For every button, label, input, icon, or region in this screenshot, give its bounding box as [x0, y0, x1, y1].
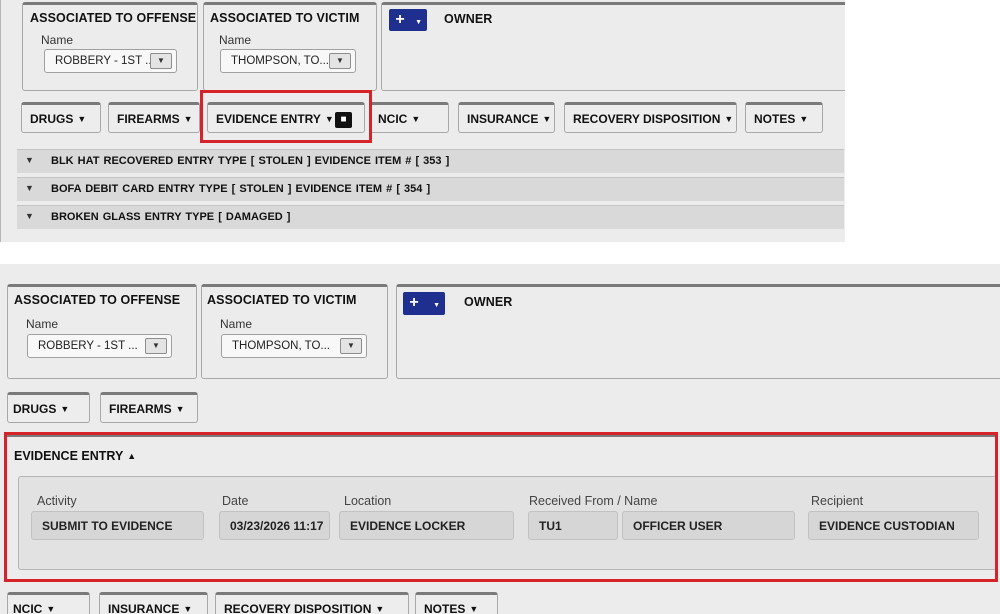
offense-name-value: ROBBERY - 1ST ... — [38, 340, 138, 352]
plus-icon: + — [395, 11, 405, 28]
victim-name-select[interactable]: THOMPSON, TO... ▼ — [220, 49, 356, 73]
tab-drugs[interactable]: DRUGS ▼ — [7, 392, 90, 423]
chevron-down-icon: ▼ — [183, 114, 193, 124]
tab-drugs-label: DRUGS — [30, 112, 74, 126]
chevron-down-icon: ▼ — [724, 114, 734, 124]
top-panel: ASSOCIATED TO OFFENSE Name ROBBERY - 1ST… — [0, 0, 845, 242]
tab-ncic[interactable]: NCIC ▼ — [369, 102, 449, 133]
owner-title: OWNER — [464, 295, 513, 309]
tab-notes-label: NOTES — [424, 602, 466, 614]
offense-name-label: Name — [41, 33, 74, 47]
victim-name-value: THOMPSON, TO... — [231, 55, 329, 67]
chevron-down-icon: ▼ — [183, 604, 193, 614]
offense-name-label: Name — [26, 317, 59, 331]
tab-insurance-label: INSURANCE — [467, 112, 539, 126]
tab-firearms[interactable]: FIREARMS ▼ — [100, 392, 198, 423]
caret-down-icon: ▼ — [433, 302, 440, 309]
evidence-entry-tab-highlight — [200, 90, 372, 143]
plus-icon: + — [409, 294, 419, 311]
evidence-entry-section-highlight — [4, 432, 998, 582]
owner-box: + ▼ OWNER — [381, 2, 845, 91]
offense-name-select[interactable]: ROBBERY - 1ST ... ▼ — [44, 49, 177, 73]
chevron-down-icon: ▼ — [375, 604, 385, 614]
chevron-down-icon: ▼ — [799, 114, 809, 124]
owner-box: + ▼ OWNER — [396, 284, 1000, 379]
caret-down-icon: ▼ — [415, 19, 422, 26]
chevron-down-icon: ▼ — [542, 114, 552, 124]
offense-name-select[interactable]: ROBBERY - 1ST ... ▼ — [27, 334, 172, 358]
victim-name-label: Name — [220, 317, 253, 331]
tab-insurance[interactable]: INSURANCE ▼ — [458, 102, 555, 133]
tab-ncic-label: NCIC — [13, 602, 43, 614]
tab-insurance-label: INSURANCE — [108, 602, 180, 614]
chevron-down-icon: ▼ — [469, 604, 479, 614]
associated-victim-box: ASSOCIATED TO VICTIM Name THOMPSON, TO..… — [203, 2, 377, 91]
add-owner-button[interactable]: + ▼ — [389, 9, 427, 31]
tab-notes[interactable]: NOTES ▼ — [415, 592, 498, 614]
chevron-down-icon[interactable]: ▼ — [340, 338, 362, 354]
tab-ncic-label: NCIC — [378, 112, 408, 126]
chevron-down-icon[interactable]: ▼ — [145, 338, 167, 354]
tab-recovery-disposition[interactable]: RECOVERY DISPOSITION ▼ — [215, 592, 409, 614]
evidence-item-summary: BOFA DEBIT CARD ENTRY TYPE [ STOLEN ] EV… — [51, 183, 431, 195]
associated-victim-title: ASSOCIATED TO VICTIM — [207, 293, 357, 307]
evidence-item-summary: BROKEN GLASS ENTRY TYPE [ DAMAGED ] — [51, 211, 291, 223]
associated-offense-title: ASSOCIATED TO OFFENSE — [30, 11, 197, 25]
list-item[interactable]: ▼ BLK HAT RECOVERED ENTRY TYPE [ STOLEN … — [17, 149, 844, 173]
associated-victim-box: ASSOCIATED TO VICTIM Name THOMPSON, TO..… — [201, 284, 388, 379]
chevron-down-icon[interactable]: ▼ — [329, 53, 351, 69]
chevron-down-icon: ▼ — [77, 114, 87, 124]
victim-name-select[interactable]: THOMPSON, TO... ▼ — [221, 334, 367, 358]
associated-offense-title: ASSOCIATED TO OFFENSE — [14, 293, 181, 307]
tab-firearms-label: FIREARMS — [117, 112, 180, 126]
victim-name-value: THOMPSON, TO... — [232, 340, 330, 352]
evidence-item-summary: BLK HAT RECOVERED ENTRY TYPE [ STOLEN ] … — [51, 155, 450, 167]
list-item[interactable]: ▼ BOFA DEBIT CARD ENTRY TYPE [ STOLEN ] … — [17, 177, 844, 201]
tab-firearms-label: FIREARMS — [109, 402, 172, 416]
tab-drugs-label: DRUGS — [13, 402, 57, 416]
associated-offense-box: ASSOCIATED TO OFFENSE Name ROBBERY - 1ST… — [22, 2, 198, 91]
chevron-down-icon: ▼ — [175, 404, 185, 414]
owner-title: OWNER — [444, 12, 493, 26]
tab-recovery-disposition[interactable]: RECOVERY DISPOSITION ▼ — [564, 102, 737, 133]
victim-name-label: Name — [219, 33, 252, 47]
chevron-down-icon: ▼ — [60, 404, 70, 414]
tab-notes[interactable]: NOTES ▼ — [745, 102, 823, 133]
tab-recovery-disposition-label: RECOVERY DISPOSITION — [224, 602, 372, 614]
tab-recovery-disposition-label: RECOVERY DISPOSITION — [573, 112, 721, 126]
associated-offense-box: ASSOCIATED TO OFFENSE Name ROBBERY - 1ST… — [7, 284, 197, 379]
offense-name-value: ROBBERY - 1ST ... — [55, 55, 155, 67]
tab-firearms[interactable]: FIREARMS ▼ — [108, 102, 200, 133]
chevron-down-icon[interactable]: ▼ — [25, 155, 34, 165]
chevron-down-icon: ▼ — [411, 114, 421, 124]
chevron-down-icon[interactable]: ▼ — [25, 211, 34, 221]
chevron-down-icon[interactable]: ▼ — [25, 183, 34, 193]
list-item[interactable]: ▼ BROKEN GLASS ENTRY TYPE [ DAMAGED ] — [17, 205, 844, 229]
tab-ncic[interactable]: NCIC ▼ — [7, 592, 90, 614]
tab-insurance[interactable]: INSURANCE ▼ — [99, 592, 208, 614]
tab-notes-label: NOTES — [754, 112, 796, 126]
chevron-down-icon: ▼ — [46, 604, 56, 614]
tab-drugs[interactable]: DRUGS ▼ — [21, 102, 101, 133]
associated-victim-title: ASSOCIATED TO VICTIM — [210, 11, 360, 25]
chevron-down-icon[interactable]: ▼ — [150, 53, 172, 69]
add-owner-button[interactable]: + ▼ — [403, 292, 445, 315]
